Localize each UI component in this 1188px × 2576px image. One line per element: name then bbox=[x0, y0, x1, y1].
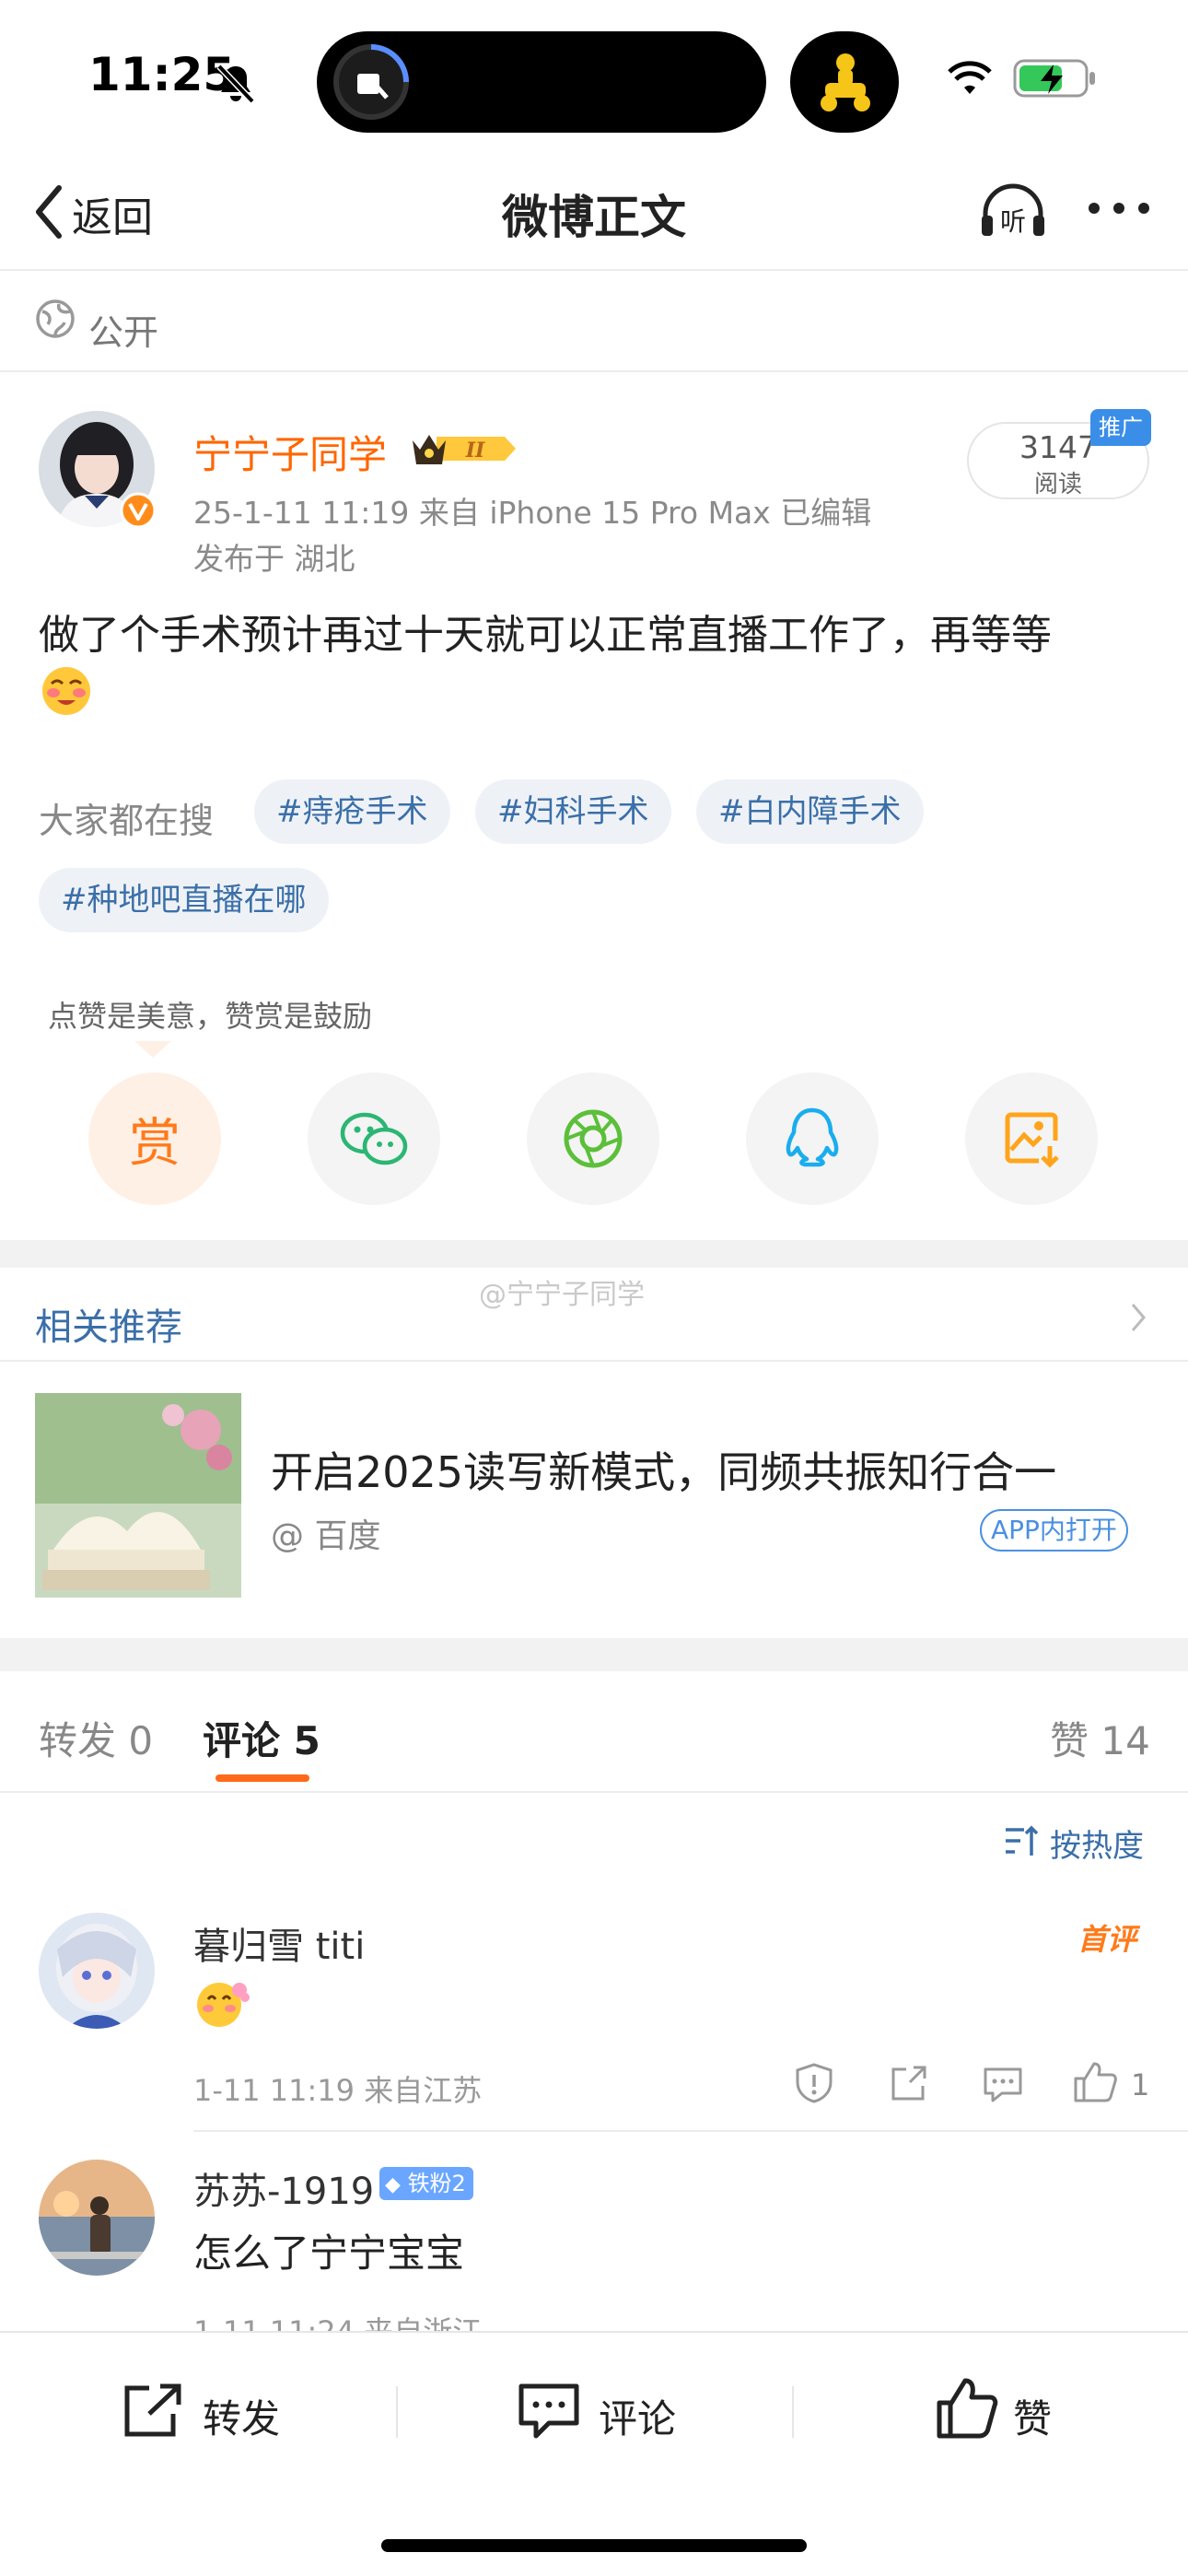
chevron-right-icon[interactable] bbox=[1129, 1301, 1147, 1334]
search-tag[interactable]: #白内障手术 bbox=[696, 779, 924, 844]
sort-icon[interactable] bbox=[1002, 1822, 1039, 1859]
post-text: 做了个手术预计再过十天就可以正常直播工作了，再等等 bbox=[39, 604, 1153, 667]
listen-headphones-icon[interactable]: 听 bbox=[978, 181, 1048, 240]
comment-text: 怎么了宁宁宝宝 bbox=[193, 2231, 465, 2276]
tabs-divider bbox=[0, 1791, 1188, 1793]
reply-icon[interactable] bbox=[982, 2066, 1024, 2104]
related-divider bbox=[0, 1360, 1188, 1362]
moments-icon bbox=[564, 1109, 623, 1168]
scooter-rider-icon bbox=[821, 53, 870, 111]
bell-mute-icon bbox=[216, 64, 255, 104]
search-tag[interactable]: #妇科手术 bbox=[475, 779, 671, 844]
anime-girl-avatar-image bbox=[39, 1913, 155, 2029]
delivery-activity bbox=[790, 31, 899, 133]
ad-title[interactable]: 开启2025读写新模式，同频共振知行合一 bbox=[271, 1439, 1056, 1500]
like-icon[interactable] bbox=[936, 2377, 998, 2440]
comment-meta: 1-11 11:24 来自浙江 bbox=[193, 2309, 482, 2331]
active-tab-indicator bbox=[215, 1774, 309, 1782]
share-comment-icon[interactable] bbox=[888, 2064, 928, 2104]
globe-icon bbox=[36, 299, 75, 338]
section-gap bbox=[0, 1240, 1188, 1268]
post-date-source: 25-1-11 11:19 来自 iPhone 15 Pro Max 已编辑 bbox=[193, 495, 872, 531]
blushing-face-emoji-icon bbox=[42, 667, 90, 715]
commenter-name[interactable]: 暮归雪 titi bbox=[193, 1916, 365, 1970]
post-text-body: 做了个手术预计再过十天就可以正常直播工作了，再等等 bbox=[39, 612, 1052, 659]
share-wechat-button[interactable] bbox=[308, 1072, 440, 1205]
promo-badge: 推广 bbox=[1090, 409, 1151, 446]
commenter-avatar[interactable] bbox=[39, 1913, 155, 2029]
privacy-divider bbox=[0, 370, 1188, 372]
privacy-label: 公开 bbox=[88, 312, 159, 353]
open-in-app-button[interactable]: APP内打开 bbox=[980, 1509, 1128, 1551]
hint-pointer-icon bbox=[134, 1041, 171, 1058]
bar-separator bbox=[396, 2386, 398, 2438]
comment-like-icon[interactable] bbox=[1072, 2060, 1118, 2104]
tab-comments[interactable]: 评论 5 bbox=[203, 1710, 320, 1766]
author-name[interactable]: 宁宁子同学 bbox=[193, 424, 387, 480]
post-location: 发布于 湖北 bbox=[193, 541, 355, 577]
share-qq-button[interactable] bbox=[746, 1072, 879, 1205]
vip-crown-badge-icon[interactable]: II bbox=[409, 427, 518, 470]
first-comment-badge: 首评 bbox=[1077, 1922, 1137, 1957]
reward-hint: 点赞是美意，赞赏是鼓励 bbox=[48, 999, 373, 1034]
bar-separator bbox=[792, 2386, 794, 2438]
tab-likes[interactable]: 赞 14 bbox=[1050, 1710, 1150, 1766]
repost-icon[interactable] bbox=[122, 2383, 184, 2440]
fan-level-badge: ◆ 铁粉2 bbox=[379, 2167, 473, 2200]
trending-search-label: 大家都在搜 bbox=[39, 801, 215, 841]
verified-badge-icon bbox=[120, 492, 157, 529]
report-icon[interactable] bbox=[794, 2062, 834, 2104]
reward-button[interactable]: 赏 bbox=[88, 1072, 221, 1205]
comment-like-count: 1 bbox=[1131, 2067, 1150, 2102]
comment-divider bbox=[193, 2130, 1188, 2132]
ad-thumbnail[interactable] bbox=[35, 1393, 241, 1598]
diamond-icon: ◆ bbox=[385, 2173, 401, 2196]
nav-divider bbox=[0, 269, 1188, 271]
sunset-portrait-avatar-image bbox=[39, 2160, 155, 2276]
save-image-icon bbox=[1005, 1112, 1059, 1168]
commenter-avatar[interactable] bbox=[39, 2160, 155, 2276]
save-image-button[interactable] bbox=[965, 1072, 1098, 1205]
related-section-title: 相关推荐 bbox=[35, 1306, 182, 1349]
search-tag[interactable]: #种地吧直播在哪 bbox=[39, 868, 329, 932]
share-moments-button[interactable] bbox=[527, 1072, 659, 1205]
fan-level-label: 铁粉2 bbox=[407, 2171, 466, 2196]
comment-icon[interactable] bbox=[518, 2383, 580, 2440]
more-options-icon[interactable] bbox=[1087, 199, 1151, 217]
svg-text:II: II bbox=[465, 439, 485, 463]
svg-text:听: 听 bbox=[1000, 206, 1026, 237]
search-tag[interactable]: #痔疮手术 bbox=[254, 779, 450, 844]
home-indicator bbox=[381, 2539, 807, 2552]
battery-charging-icon bbox=[1013, 59, 1095, 98]
ad-source: @ 百度 bbox=[271, 1517, 381, 1555]
repost-button[interactable]: 转发 bbox=[203, 2388, 280, 2444]
comment-button[interactable]: 评论 bbox=[599, 2388, 676, 2444]
wifi-icon bbox=[948, 61, 992, 94]
watermark: @宁宁子同学 bbox=[479, 1279, 645, 1311]
commenter-name[interactable]: 苏苏-1919 bbox=[193, 2161, 374, 2215]
wechat-icon bbox=[340, 1112, 408, 1165]
qq-icon bbox=[786, 1107, 839, 1167]
like-button[interactable]: 赞 bbox=[1013, 2388, 1052, 2444]
cleaner-activity-icon bbox=[333, 44, 409, 120]
comment-meta: 1-11 11:19 来自江苏 bbox=[193, 2073, 483, 2108]
reward-button-label: 赏 bbox=[129, 1113, 181, 1174]
read-label: 阅读 bbox=[1033, 471, 1082, 498]
cute-face-emoji-icon bbox=[197, 1983, 250, 2027]
book-flowers-image bbox=[35, 1393, 241, 1598]
section-gap bbox=[0, 1638, 1188, 1671]
sort-by-hot[interactable]: 按热度 bbox=[1050, 1821, 1144, 1866]
tab-repost[interactable]: 转发 0 bbox=[39, 1710, 153, 1766]
dynamic-island bbox=[317, 31, 766, 133]
